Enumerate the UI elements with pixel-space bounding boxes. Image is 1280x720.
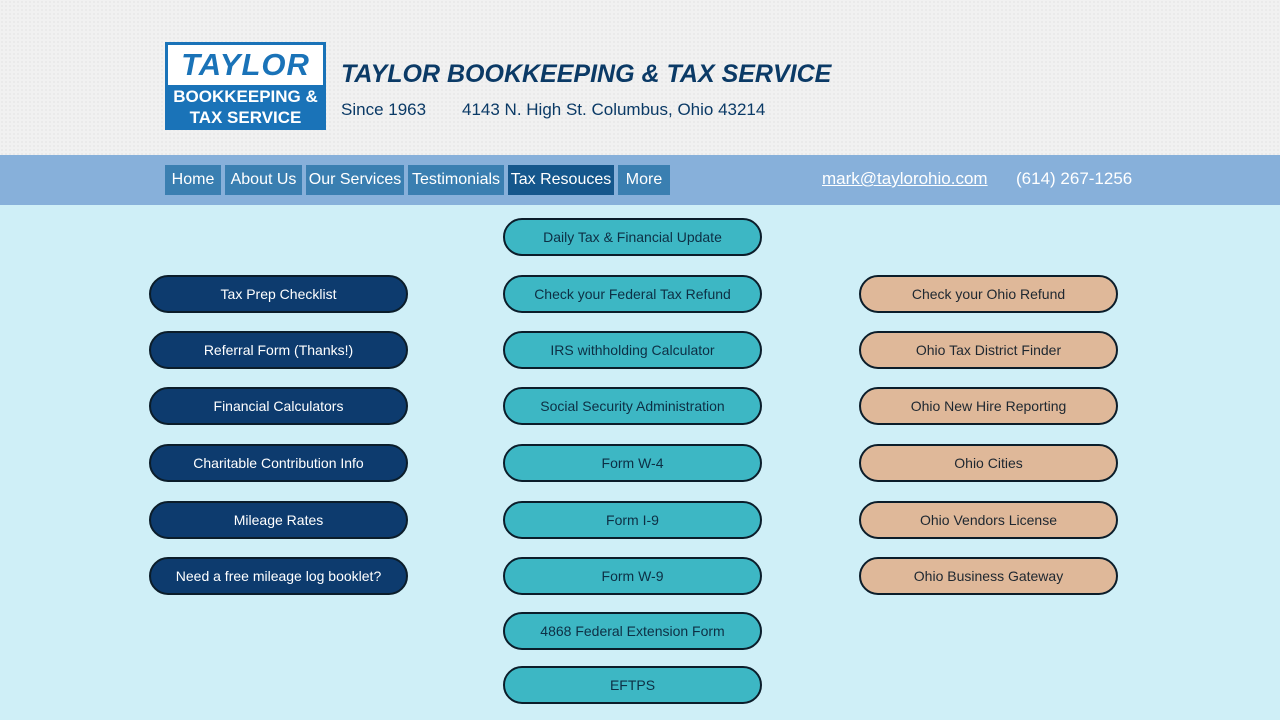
site-title: TAYLOR BOOKKEEPING & TAX SERVICE (341, 60, 832, 88)
logo-top-band: TAYLOR (168, 45, 323, 85)
ohio-cities-button[interactable]: Ohio Cities (859, 444, 1118, 482)
mileage-rates-button[interactable]: Mileage Rates (149, 501, 408, 539)
address-text: 4143 N. High St. Columbus, Ohio 43214 (462, 100, 766, 119)
eftps-button[interactable]: EFTPS (503, 666, 762, 704)
mileage-log-booklet-button[interactable]: Need a free mileage log booklet? (149, 557, 408, 595)
federal-refund-button[interactable]: Check your Federal Tax Refund (503, 275, 762, 313)
nav-tax-resources[interactable]: Tax Resouces (508, 165, 614, 195)
ohio-new-hire-button[interactable]: Ohio New Hire Reporting (859, 387, 1118, 425)
since-text: Since 1963 (341, 100, 427, 119)
financial-calculators-button[interactable]: Financial Calculators (149, 387, 408, 425)
company-logo[interactable]: TAYLOR BOOKKEEPING & TAX SERVICE (165, 42, 326, 130)
logo-line-2: TAX SERVICE (189, 108, 302, 127)
form-i9-button[interactable]: Form I-9 (503, 501, 762, 539)
ohio-vendors-license-button[interactable]: Ohio Vendors License (859, 501, 1118, 539)
phone-number: (614) 267-1256 (1016, 169, 1133, 188)
form-w4-button[interactable]: Form W-4 (503, 444, 762, 482)
nav-testimonials[interactable]: Testimonials (408, 165, 504, 195)
nav-our-services[interactable]: Our Services (306, 165, 404, 195)
logo-name: TAYLOR (181, 47, 310, 82)
social-security-button[interactable]: Social Security Administration (503, 387, 762, 425)
nav-about-us[interactable]: About Us (225, 165, 302, 195)
nav-more[interactable]: More (618, 165, 670, 195)
ohio-tax-district-button[interactable]: Ohio Tax District Finder (859, 331, 1118, 369)
ohio-refund-button[interactable]: Check your Ohio Refund (859, 275, 1118, 313)
logo-line-1: BOOKKEEPING & (173, 87, 318, 106)
daily-tax-update-button[interactable]: Daily Tax & Financial Update (503, 218, 762, 256)
nav-home[interactable]: Home (165, 165, 221, 195)
referral-form-button[interactable]: Referral Form (Thanks!) (149, 331, 408, 369)
site-header: TAYLOR BOOKKEEPING & TAX SERVICE TAYLOR … (0, 0, 1280, 155)
extension-form-button[interactable]: 4868 Federal Extension Form (503, 612, 762, 650)
email-link[interactable]: mark@taylorohio.com (822, 169, 988, 189)
ohio-business-gateway-button[interactable]: Ohio Business Gateway (859, 557, 1118, 595)
irs-withholding-calculator-button[interactable]: IRS withholding Calculator (503, 331, 762, 369)
form-w9-button[interactable]: Form W-9 (503, 557, 762, 595)
charitable-contribution-button[interactable]: Charitable Contribution Info (149, 444, 408, 482)
tax-prep-checklist-button[interactable]: Tax Prep Checklist (149, 275, 408, 313)
